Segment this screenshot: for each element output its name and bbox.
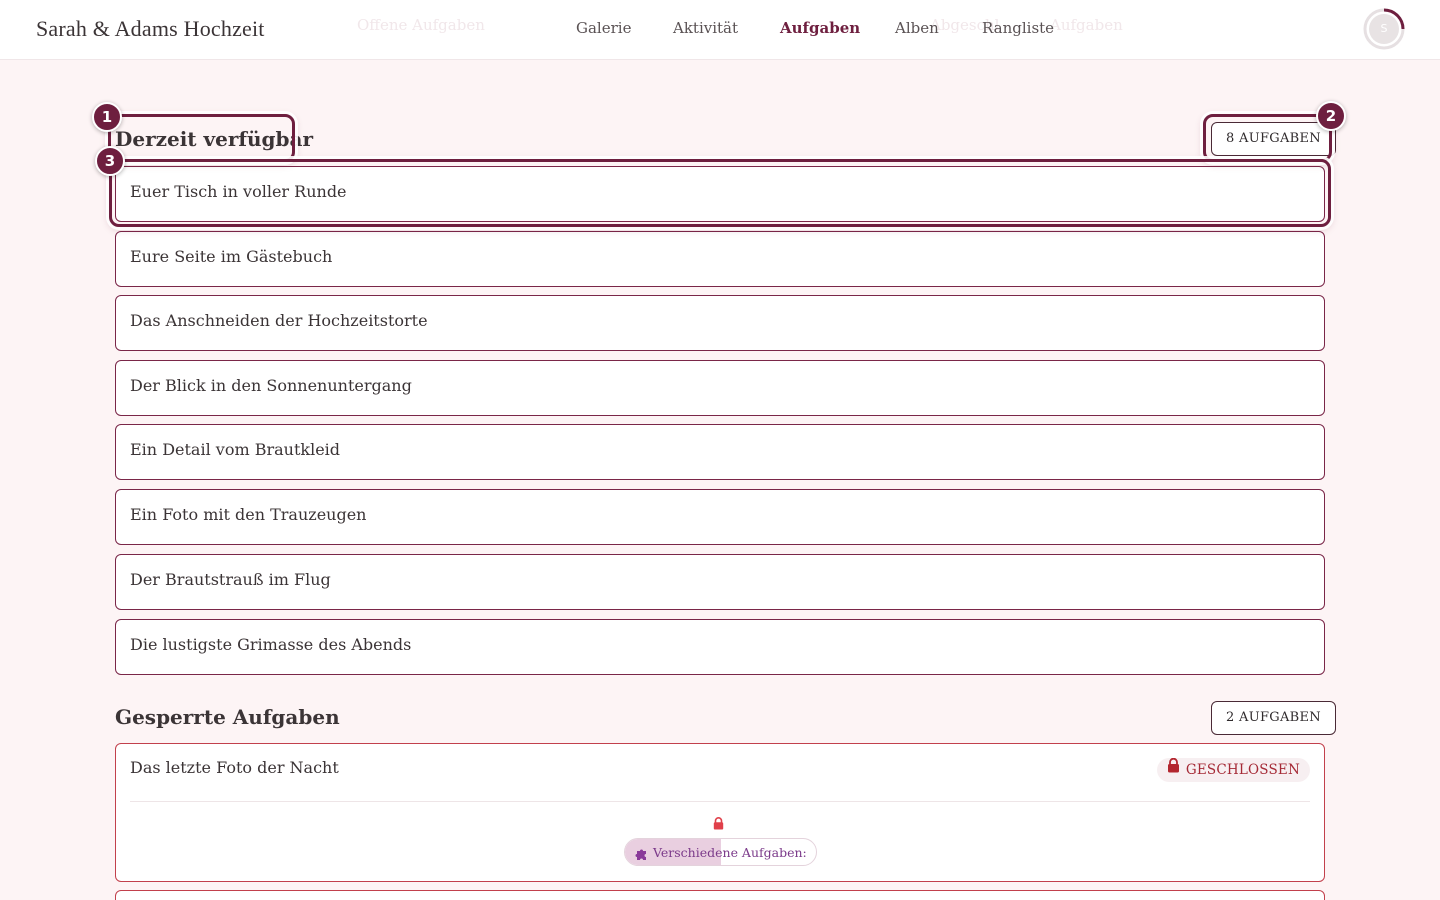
section-title-locked: Gesperrte Aufgaben [115, 705, 340, 729]
task-label: Der Brautstrauß im Flug [130, 570, 331, 589]
requirement-progress-label: Verschiedene Aufgaben: 3/6 [653, 845, 807, 860]
ghost-tab-open: Offene Aufgaben [357, 16, 485, 34]
nav-galerie[interactable]: Galerie [576, 19, 631, 37]
locked-task-card: Das letzte Foto der Nacht GESCHLOSSEN Ve… [115, 743, 1325, 882]
task-label: Ein Foto mit den Trauzeugen [130, 505, 367, 524]
task-label: Die lustigste Grimasse des Abends [130, 635, 412, 654]
task-item[interactable]: Der Blick in den Sonnenuntergang [115, 360, 1325, 416]
task-label: Eure Seite im Gästebuch [130, 247, 333, 266]
nav-rangliste[interactable]: Rangliste [982, 19, 1054, 37]
divider [130, 801, 1310, 802]
ghost-tab-closed-b: Aufgaben [1050, 16, 1123, 34]
top-header: Sarah & Adams Hochzeit Offene Aufgaben A… [0, 0, 1440, 60]
task-item[interactable]: Ein Detail vom Brautkleid [115, 424, 1325, 480]
task-item[interactable]: Das Anschneiden der Hochzeitstorte [115, 295, 1325, 351]
task-item[interactable]: Der Brautstrauß im Flug [115, 554, 1325, 610]
locked-task-card [115, 890, 1325, 900]
available-count-badge: 8 AUFGABEN [1211, 122, 1336, 156]
nav-alben[interactable]: Alben [895, 19, 939, 37]
brand-title[interactable]: Sarah & Adams Hochzeit [36, 16, 265, 42]
lock-icon [1167, 757, 1180, 781]
callout-marker-2: 2 [1316, 101, 1346, 131]
locked-count-badge: 2 AUFGABEN [1211, 701, 1336, 735]
requirement-progress: Verschiedene Aufgaben: 3/6 [624, 838, 817, 866]
locked-task-label: Das letzte Foto der Nacht [130, 758, 339, 777]
lock-icon [713, 815, 724, 834]
avatar: S [1369, 14, 1399, 44]
task-label: Ein Detail vom Brautkleid [130, 440, 341, 459]
nav-aktivitaet[interactable]: Aktivität [673, 19, 738, 37]
task-label: Der Blick in den Sonnenuntergang [130, 376, 412, 395]
task-item[interactable]: Die lustigste Grimasse des Abends [115, 619, 1325, 675]
task-item[interactable]: Euer Tisch in voller Runde [115, 166, 1325, 222]
task-label: Das Anschneiden der Hochzeitstorte [130, 311, 428, 330]
nav-aufgaben[interactable]: Aufgaben [780, 19, 860, 37]
callout-marker-3: 3 [95, 146, 125, 176]
section-title-available: Derzeit verfügbar [115, 127, 313, 151]
task-item[interactable]: Ein Foto mit den Trauzeugen [115, 489, 1325, 545]
status-badge-label: GESCHLOSSEN [1185, 762, 1300, 778]
task-label: Euer Tisch in voller Runde [130, 182, 347, 201]
callout-marker-1: 1 [92, 102, 122, 132]
task-item[interactable]: Eure Seite im Gästebuch [115, 231, 1325, 287]
status-badge: GESCHLOSSEN [1156, 757, 1310, 782]
user-avatar-button[interactable]: S [1363, 8, 1405, 50]
